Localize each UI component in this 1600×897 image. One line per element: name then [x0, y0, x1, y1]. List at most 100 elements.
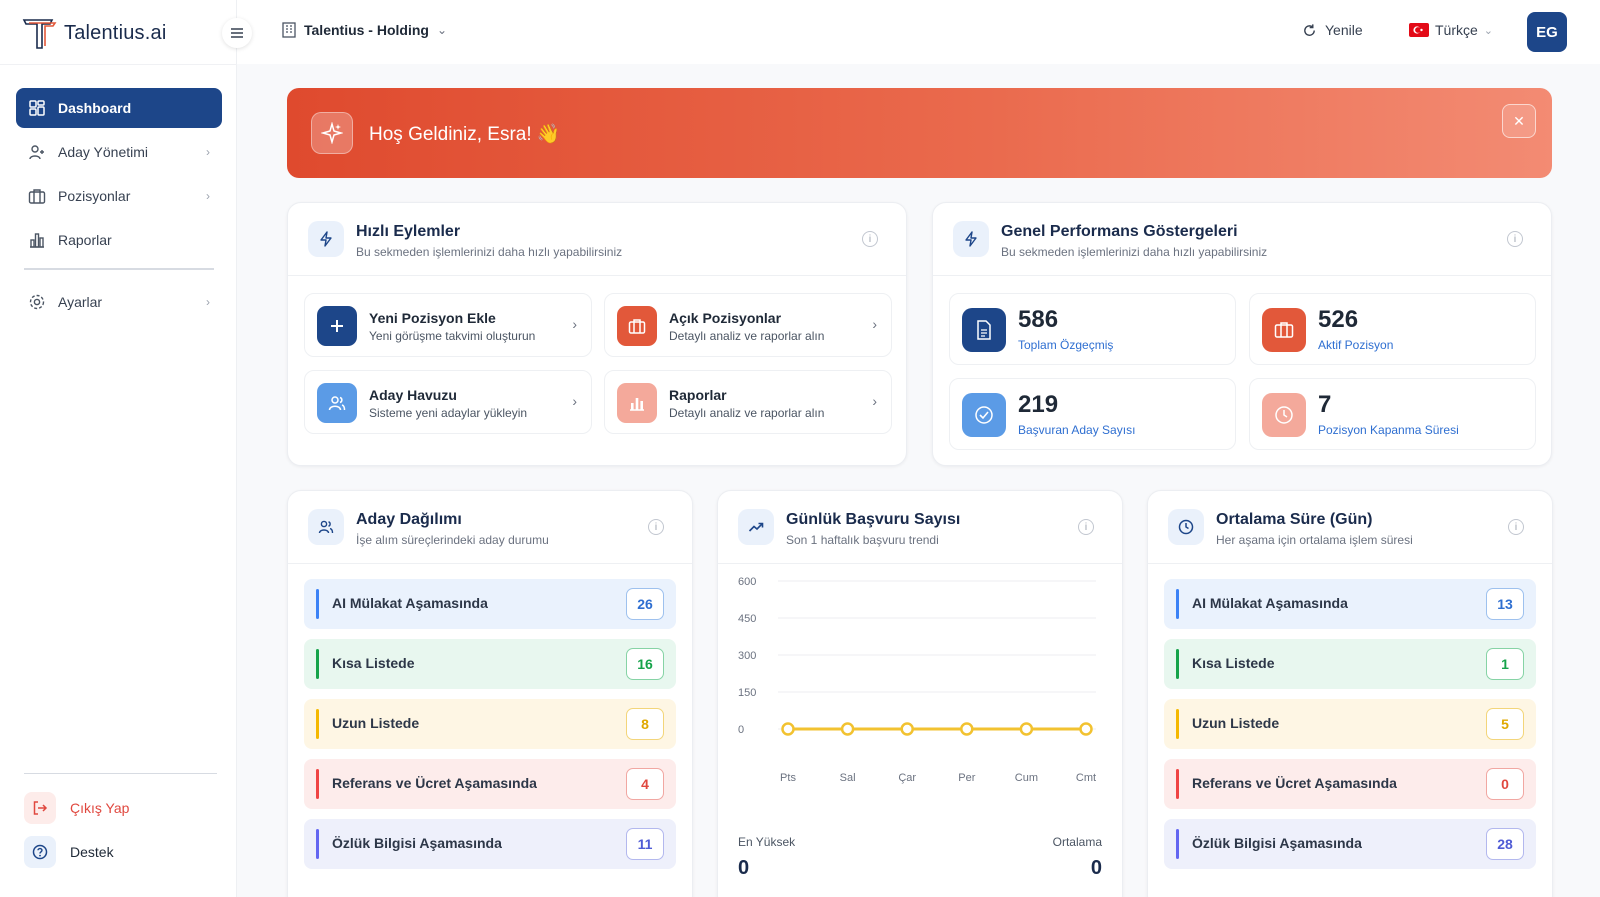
- daily-applications-card: Günlük Başvuru Sayısı Son 1 haftalık baş…: [717, 490, 1123, 897]
- quick-action-open-positions[interactable]: Açık Pozisyonlar Detaylı analiz ve rapor…: [604, 293, 892, 357]
- info-icon[interactable]: i: [1507, 231, 1523, 247]
- trending-up-icon: [738, 509, 774, 545]
- info-icon[interactable]: i: [648, 519, 664, 535]
- stage-count-badge: 8: [626, 708, 664, 740]
- kpi-label: Pozisyon Kapanma Süresi: [1318, 423, 1459, 437]
- logout-label: Çıkış Yap: [70, 800, 130, 816]
- card-title: Ortalama Süre (Gün): [1216, 511, 1373, 528]
- nav-item-aday-yonetimi[interactable]: Aday Yönetimi ›: [16, 132, 222, 172]
- nav-item-pozisyonlar[interactable]: Pozisyonlar ›: [16, 176, 222, 216]
- welcome-message: Hoş Geldiniz, Esra! 👋: [369, 124, 561, 145]
- gear-icon: [28, 293, 46, 311]
- nav-label: Pozisyonlar: [58, 188, 131, 204]
- x-tick-label: Per: [958, 772, 975, 784]
- stage-color-bar: [1176, 709, 1179, 739]
- data-point[interactable]: [840, 722, 855, 736]
- kpi-label: Başvuran Aday Sayısı: [1018, 423, 1136, 437]
- quick-action-title: Aday Havuzu: [369, 387, 457, 403]
- users-icon: [308, 509, 344, 545]
- stage-label: Referans ve Ücret Aşamasında: [332, 775, 537, 791]
- nav-item-ayarlar[interactable]: Ayarlar ›: [16, 282, 222, 322]
- users-icon: [28, 143, 46, 161]
- language-label: Türkçe: [1435, 22, 1478, 38]
- close-banner-button[interactable]: ✕: [1502, 104, 1536, 138]
- stage-label: Kısa Listede: [332, 655, 415, 671]
- divider: [0, 64, 237, 65]
- quick-action-subtitle: Yeni görüşme takvimi oluşturun: [369, 329, 536, 343]
- quick-action-candidate-pool[interactable]: Aday Havuzu Sisteme yeni adaylar yükleyi…: [304, 370, 592, 434]
- card-subtitle: Bu sekmeden işlemlerinizi daha hızlı yap…: [356, 245, 623, 259]
- y-tick-label: 450: [738, 613, 756, 625]
- stage-row: Referans ve Ücret Aşamasında 4: [304, 759, 676, 809]
- stage-label: Uzun Listede: [1192, 715, 1280, 731]
- kpi-label: Aktif Pozisyon: [1318, 338, 1394, 352]
- info-icon[interactable]: i: [1078, 519, 1094, 535]
- brand-logo[interactable]: Talentius.ai: [22, 16, 166, 50]
- grid-icon: [28, 99, 46, 117]
- organization-select[interactable]: Talentius - Holding ⌄: [282, 22, 447, 38]
- card-title: Günlük Başvuru Sayısı: [786, 511, 961, 528]
- quick-action-new-position[interactable]: Yeni Pozisyon Ekle Yeni görüşme takvimi …: [304, 293, 592, 357]
- users-icon: [317, 383, 357, 423]
- card-title: Genel Performans Göstergeleri: [1001, 223, 1238, 240]
- welcome-banner: Hoş Geldiniz, Esra! 👋 ✕: [287, 88, 1552, 178]
- nav-label: Aday Yönetimi: [58, 144, 149, 160]
- stage-label: Kısa Listede: [1192, 655, 1275, 671]
- nav-item-raporlar[interactable]: Raporlar: [16, 220, 222, 260]
- chevron-down-icon: ⌄: [1483, 24, 1494, 37]
- data-point[interactable]: [781, 722, 795, 736]
- chevron-right-icon: ›: [872, 393, 877, 409]
- kpi-applicants: 219 Başvuran Aday Sayısı: [949, 378, 1236, 450]
- sidebar: Talentius.ai Dashboard Aday Yönetimi › P…: [0, 0, 237, 897]
- briefcase-icon: [1262, 308, 1306, 352]
- stage-count-badge: 11: [626, 828, 664, 860]
- stage-color-bar: [1176, 649, 1179, 679]
- briefcase-icon: [617, 306, 657, 346]
- stage-row: AI Mülakat Aşamasında 13: [1164, 579, 1536, 629]
- stage-row: AI Mülakat Aşamasında 26: [304, 579, 676, 629]
- x-tick-label: Pts: [780, 772, 796, 784]
- logout-icon: [24, 792, 56, 824]
- stage-color-bar: [316, 829, 319, 859]
- x-tick-label: Cum: [1015, 772, 1038, 784]
- menu-toggle-button[interactable]: [222, 18, 252, 48]
- user-avatar[interactable]: EG: [1527, 12, 1567, 52]
- info-icon[interactable]: i: [862, 231, 878, 247]
- y-tick-label: 600: [738, 576, 756, 588]
- turkey-flag-icon: [1409, 23, 1429, 37]
- kpi-value: 219: [1018, 391, 1059, 418]
- refresh-button[interactable]: Yenile: [1302, 22, 1363, 38]
- stage-color-bar: [1176, 589, 1179, 619]
- quick-action-reports[interactable]: Raporlar Detaylı analiz ve raporlar alın…: [604, 370, 892, 434]
- average-stat-label: Ortalama: [1052, 835, 1102, 849]
- stage-color-bar: [316, 649, 319, 679]
- chevron-right-icon: ›: [572, 393, 577, 409]
- logout-button[interactable]: Çıkış Yap: [24, 792, 129, 824]
- max-stat-value: 0: [738, 857, 750, 879]
- info-icon[interactable]: i: [1508, 519, 1524, 535]
- divider: [1148, 563, 1552, 564]
- average-stat-value: 0: [1090, 857, 1102, 879]
- chevron-down-icon: ⌄: [436, 23, 448, 37]
- data-point[interactable]: [1019, 722, 1034, 736]
- stage-row: Kısa Listede 1: [1164, 639, 1536, 689]
- y-tick-label: 300: [738, 650, 756, 662]
- talentius-logo-icon: [22, 19, 57, 49]
- data-point[interactable]: [960, 722, 974, 736]
- stage-row: Özlük Bilgisi Aşamasında 11: [304, 819, 676, 869]
- support-label: Destek: [70, 844, 114, 860]
- stage-count-badge: 28: [1486, 828, 1524, 860]
- data-point[interactable]: [900, 722, 914, 736]
- nav-item-dashboard[interactable]: Dashboard: [16, 88, 222, 128]
- data-point[interactable]: [1079, 722, 1093, 736]
- quick-action-title: Açık Pozisyonlar: [669, 310, 782, 326]
- y-tick-label: 150: [738, 687, 756, 699]
- kpi-position-closing-time: 7 Pozisyon Kapanma Süresi: [1249, 378, 1536, 450]
- support-button[interactable]: Destek: [24, 836, 114, 868]
- card-subtitle: Bu sekmeden işlemlerinizi daha hızlı yap…: [1001, 245, 1268, 259]
- x-tick-label: Sal: [840, 772, 856, 784]
- max-stat-label: En Yüksek: [738, 835, 796, 849]
- kpi-value: 7: [1318, 391, 1332, 418]
- stage-row: Kısa Listede 16: [304, 639, 676, 689]
- language-select[interactable]: Türkçe ⌄: [1409, 22, 1493, 38]
